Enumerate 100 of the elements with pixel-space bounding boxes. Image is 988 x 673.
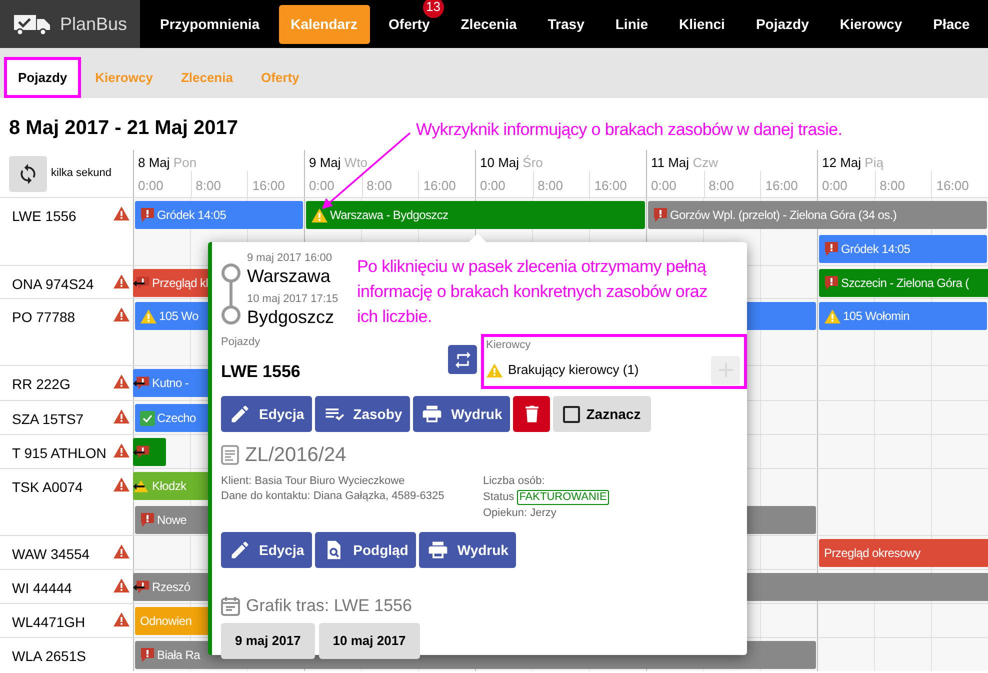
vehicle-name: PO 77788 <box>12 308 76 327</box>
date-range-title: 8 Maj 2017 - 21 Maj 2017 <box>9 116 238 141</box>
truck-icon <box>12 12 52 36</box>
calendar-icon <box>221 596 240 616</box>
day-date: 9 Maj <box>309 155 341 170</box>
weekday-label: Pon <box>173 155 197 170</box>
order-bar[interactable] <box>133 438 166 466</box>
date-button[interactable]: 10 maj 2017 <box>318 622 420 658</box>
alert-icon <box>140 512 155 528</box>
alert-icon <box>653 207 668 223</box>
day-date: 12 Maj <box>822 155 862 170</box>
hour-label: 0:00 <box>480 178 506 193</box>
weekday-label: Wto <box>344 155 368 170</box>
vehicle-name: WLA 2651S <box>12 647 86 666</box>
warning-icon <box>311 208 328 222</box>
stop-time: 9 maj 2017 16:00 <box>247 252 334 265</box>
status-label: Status <box>483 490 514 505</box>
weekday-label: Pią <box>864 155 884 170</box>
nav-item[interactable]: Przypomnienia <box>148 4 272 44</box>
annotation-text: Wykrzyknik informujący o brakach zasobów w danej trasie. <box>416 119 842 141</box>
vehicle-name: WI 44444 <box>12 579 72 598</box>
day-date: 10 Maj <box>480 155 520 170</box>
preview-button[interactable]: Podgląd <box>315 532 416 568</box>
swap-icon <box>452 350 472 370</box>
alert-icon <box>824 241 839 257</box>
notification-badge: 13 <box>422 0 444 18</box>
hour-label: 16:00 <box>594 178 627 193</box>
alert-icon <box>824 275 839 291</box>
schedule-title: Grafik tras: LWE 1556 <box>246 595 412 617</box>
nav-item[interactable]: Kierowcy <box>828 4 914 44</box>
swap-button[interactable] <box>448 345 477 374</box>
hour-label: 8:00 <box>880 178 905 193</box>
stop-time: 10 maj 2017 17:15 <box>247 293 338 306</box>
stop-name: Warszawa <box>247 265 332 287</box>
nav-item[interactable]: Linie <box>603 4 660 44</box>
sub-tab[interactable]: Pojazdy <box>4 57 82 98</box>
annotation-text: Po kliknięciu w pasek zlecenia otrzymamy pełną informację o brakach konkretnych zasobów oraz ich liczbie. <box>357 256 708 328</box>
field-label: Pojazdy <box>221 335 262 350</box>
pencil-icon <box>229 403 251 425</box>
day-date: 8 Maj <box>138 155 170 170</box>
check-icon <box>140 410 155 426</box>
hour-label: 0:00 <box>309 178 334 193</box>
printer-icon <box>427 539 450 561</box>
vehicle-name: SZA 15TS7 <box>12 410 84 429</box>
contact-text: Dane do kontaktu: Diana Gałązka, 4589-6325 <box>221 489 446 504</box>
hour-label: 0:00 <box>822 178 848 193</box>
resources-button[interactable]: Zasoby <box>315 396 410 432</box>
edit-button[interactable]: Edycja <box>221 396 312 432</box>
hour-label: 8:00 <box>708 178 734 193</box>
nav-item[interactable]: Płace <box>921 4 982 44</box>
hour-label: 8:00 <box>538 178 563 193</box>
delete-button[interactable] <box>513 396 550 432</box>
app-logo-text: PlanBus <box>60 12 128 36</box>
hour-label: 16:00 <box>765 178 798 193</box>
date-button[interactable]: 9 maj 2017 <box>221 622 315 658</box>
print-button[interactable]: Wydruk <box>419 532 516 568</box>
order-bar[interactable]: Gródek 14:05 <box>819 235 987 263</box>
order-bar[interactable]: Warszawa - Bydgoszcz <box>306 201 645 229</box>
vehicle-name: TSK A0074 <box>12 478 83 497</box>
vehicle-value: LWE 1556 <box>221 360 300 382</box>
edit-button[interactable]: Edycja <box>221 532 312 568</box>
people-count-text: Liczba osób: <box>483 474 546 489</box>
printer-icon <box>421 403 444 425</box>
hour-label: 0:00 <box>651 178 676 193</box>
hour-label: 16:00 <box>252 178 285 193</box>
day-date: 11 Maj <box>651 155 690 170</box>
hour-label: 0:00 <box>138 178 164 193</box>
nav-item[interactable]: Zlecenia <box>448 4 529 44</box>
nav-item[interactable]: Pojazdy <box>744 4 821 44</box>
select-button[interactable]: Zaznacz <box>553 396 651 432</box>
alert-icon <box>140 647 155 663</box>
order-bar[interactable]: 105 Wołomin <box>819 302 987 330</box>
print-button[interactable]: Wydruk <box>413 396 510 432</box>
document-icon <box>221 445 239 465</box>
order-bar[interactable]: Gródek 14:05 <box>135 201 303 229</box>
back-arrow-warning-icon <box>133 478 150 494</box>
vehicle-name: ONA 974S24 <box>12 275 94 294</box>
hour-label: 8:00 <box>196 178 221 193</box>
hour-label: 16:00 <box>936 178 969 193</box>
vehicle-name: WAW 34554 <box>12 545 90 564</box>
client-text: Klient: Basia Tour Biuro Wycieczkowe <box>221 474 406 489</box>
vehicle-name: LWE 1556 <box>12 207 76 226</box>
nav-item[interactable]: Trasy <box>536 4 596 44</box>
order-bar[interactable]: Przegląd okresowy <box>819 539 988 567</box>
order-bar[interactable]: Szczecin - Zielona Góra ( <box>819 269 988 297</box>
hour-label: 8:00 <box>366 178 392 193</box>
order-bar[interactable]: Gorzów Wpl. (przelot) - Zielona Góra (34 os.) <box>648 201 987 229</box>
guardian-text: Opiekun: Jerzy <box>483 506 558 521</box>
checkbox[interactable] <box>563 406 580 422</box>
last-refresh-label: kilka sekund <box>51 166 112 182</box>
missing-drivers-text: Brakujący kierowcy (1) <box>508 361 639 380</box>
nav-item[interactable]: Klienci <box>667 4 737 44</box>
warning-icon <box>824 308 841 324</box>
hour-label: 16:00 <box>423 178 456 193</box>
weekday-label: Śro <box>522 155 543 170</box>
refresh-button[interactable] <box>9 156 47 192</box>
alert-icon <box>140 207 155 223</box>
vehicle-name: RR 222G <box>12 375 70 394</box>
vehicle-name: T 915 ATHLON <box>12 444 106 463</box>
warning-icon <box>140 308 157 324</box>
